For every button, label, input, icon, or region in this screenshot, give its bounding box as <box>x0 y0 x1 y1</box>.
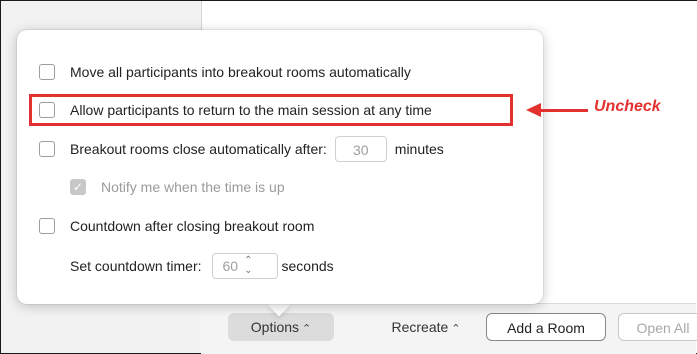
annotation-arrow-head <box>526 103 541 117</box>
stepper-icon[interactable]: ⌃ ⌄ <box>244 256 252 276</box>
countdown-timer-stepper[interactable]: 60 ⌃ ⌄ <box>211 253 278 279</box>
option-countdown-label: Countdown after closing breakout room <box>70 218 315 234</box>
countdown-timer-row: Set countdown timer: 60 ⌃ ⌄ seconds <box>70 253 334 279</box>
auto-close-unit: minutes <box>394 141 444 157</box>
chevron-up-icon: ⌃ <box>451 323 461 335</box>
checkbox-checked-icon: ✓ <box>70 179 86 195</box>
option-move-all-label: Move all participants into breakout room… <box>70 64 411 80</box>
highlight-box <box>29 94 513 126</box>
options-button[interactable]: Options ⌃ <box>228 313 334 341</box>
option-auto-close[interactable]: Breakout rooms close automatically after… <box>39 136 444 162</box>
recreate-button-label: Recreate <box>391 319 449 335</box>
option-move-all[interactable]: Move all participants into breakout room… <box>39 60 411 84</box>
annotation-text: Uncheck <box>594 98 661 115</box>
option-countdown[interactable]: Countdown after closing breakout room <box>39 214 314 238</box>
option-notify-label: Notify me when the time is up <box>101 179 285 195</box>
checkbox-icon[interactable] <box>39 218 55 234</box>
open-all-button[interactable]: Open All <box>618 313 697 341</box>
options-button-label: Options <box>250 319 300 335</box>
recreate-button[interactable]: Recreate ⌃ <box>378 313 474 341</box>
countdown-timer-label: Set countdown timer: <box>70 258 202 274</box>
countdown-timer-unit: seconds <box>281 258 334 274</box>
checkbox-icon[interactable] <box>39 141 55 157</box>
add-room-button[interactable]: Add a Room <box>486 313 606 341</box>
option-auto-close-label: Breakout rooms close automatically after… <box>70 141 327 157</box>
annotation-arrow-line <box>540 109 588 112</box>
countdown-timer-value: 60 <box>222 258 239 274</box>
option-notify: ✓ Notify me when the time is up <box>70 175 285 199</box>
auto-close-minutes-input[interactable]: 30 <box>334 136 387 162</box>
chevron-up-icon: ⌃ <box>302 323 312 335</box>
checkbox-icon[interactable] <box>39 64 55 80</box>
